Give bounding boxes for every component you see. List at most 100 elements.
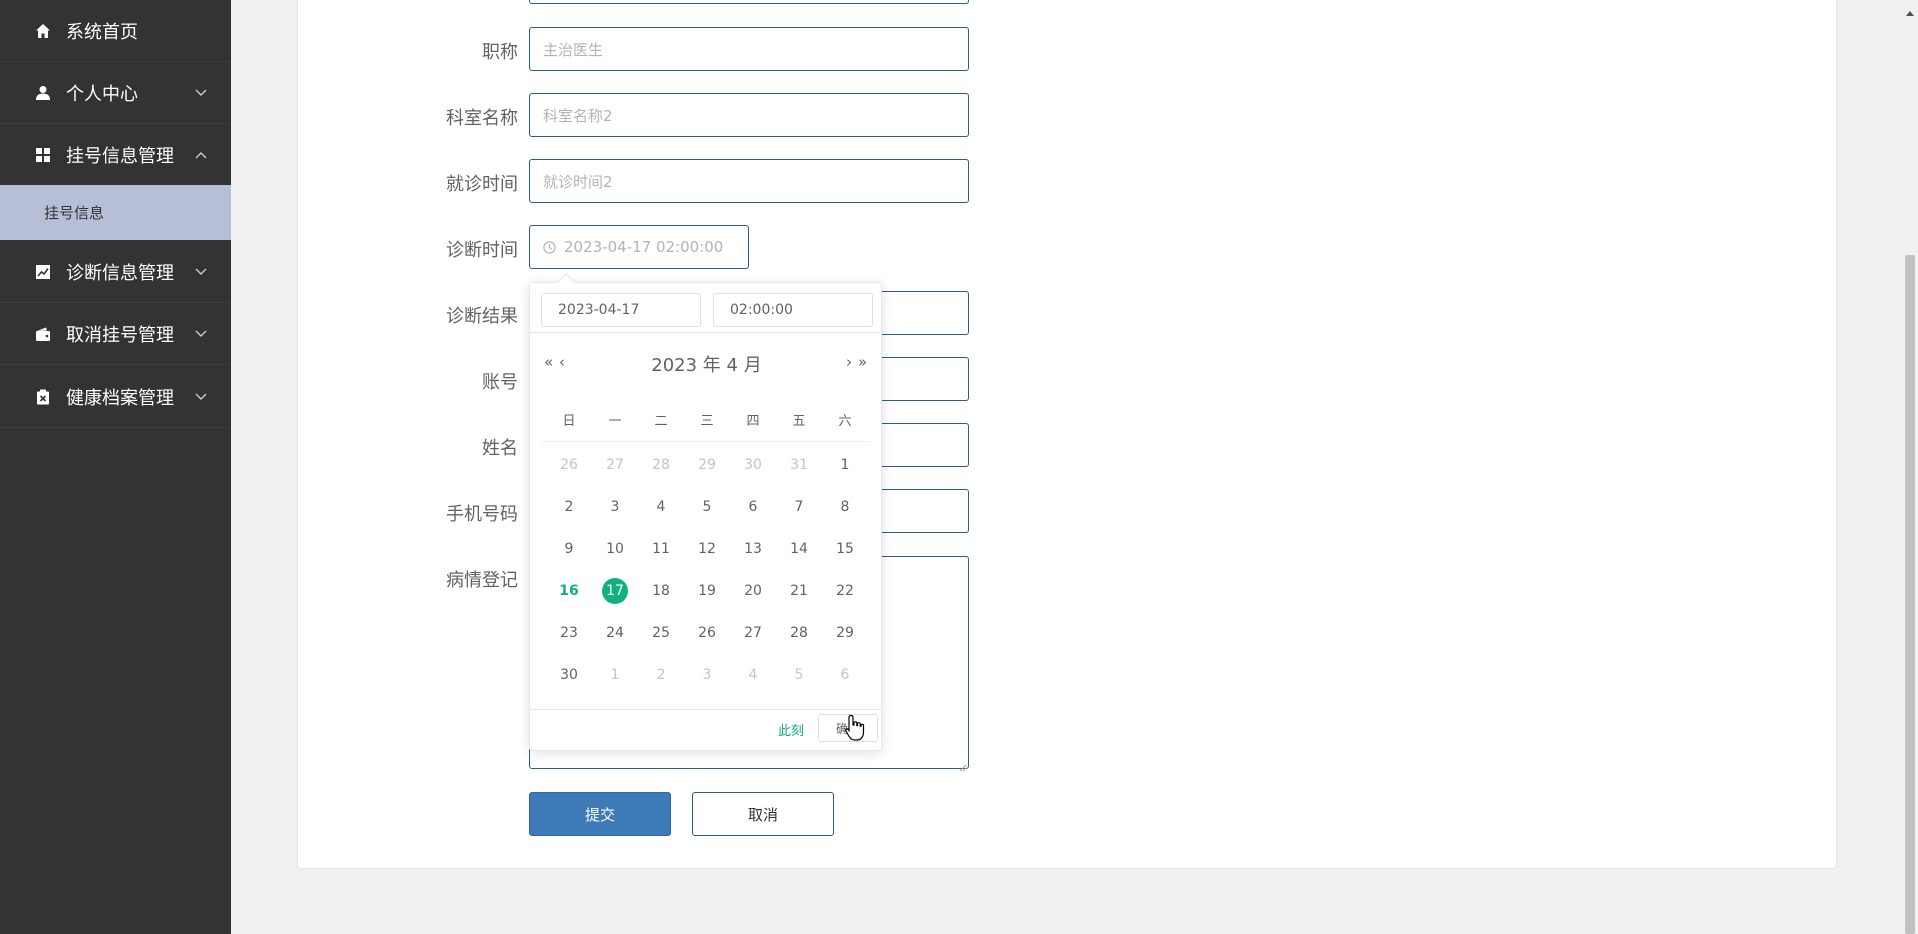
weekday-label: 日: [562, 414, 576, 429]
date-picker-popup: 2023-04-17 02:00:00 « ‹ 2023 年 4 月 › » 日…: [529, 273, 883, 751]
calendar-day[interactable]: 2: [638, 662, 684, 688]
dept-field[interactable]: 科室名称2: [529, 93, 969, 137]
calendar-day-number: 13: [744, 541, 762, 557]
calendar-day-number: 3: [610, 499, 620, 515]
scroll-up-arrow-icon[interactable]: [1905, 2, 1915, 16]
calendar-day[interactable]: 7: [776, 494, 822, 520]
submit-button[interactable]: 提交: [529, 792, 671, 836]
calendar-day[interactable]: 23: [546, 620, 592, 646]
visit-time-field[interactable]: 就诊时间2: [529, 159, 969, 203]
diag-time-value: 2023-04-17 02:00:00: [564, 238, 724, 256]
sidebar-item-health-records[interactable]: 健康档案管理: [0, 366, 231, 428]
calendar-day[interactable]: 24: [592, 620, 638, 646]
scrollbar-thumb[interactable]: [1905, 255, 1915, 934]
calendar-day[interactable]: 5: [776, 662, 822, 688]
picker-time-input[interactable]: 02:00:00: [713, 293, 873, 327]
calendar-day-number: 5: [702, 499, 712, 515]
picker-divider: [530, 332, 883, 333]
phone-label: 手机号码: [446, 504, 518, 525]
calendar-day[interactable]: 22: [822, 578, 868, 604]
resize-grip-icon[interactable]: [957, 757, 967, 772]
now-button[interactable]: 此刻: [778, 720, 804, 739]
calendar-day[interactable]: 5: [684, 494, 730, 520]
calendar-day[interactable]: 26: [546, 452, 592, 478]
picker-month-title: 2023 年 4 月: [651, 355, 762, 376]
weekday-label: 五: [792, 414, 806, 429]
calendar-day-number: 16: [559, 583, 579, 599]
calendar-day[interactable]: 3: [592, 494, 638, 520]
calendar-day[interactable]: 9: [546, 536, 592, 562]
hidden-top-field[interactable]: [529, 0, 969, 4]
sidebar-item-label: 个人中心: [66, 83, 138, 105]
calendar-day[interactable]: 14: [776, 536, 822, 562]
calendar-day[interactable]: 27: [730, 620, 776, 646]
page-scrollbar[interactable]: [1902, 0, 1918, 934]
calendar-day-number: 23: [560, 625, 578, 641]
weekday-label: 二: [654, 414, 668, 429]
title-placeholder: 主治医生: [543, 40, 604, 59]
calendar-day-number: 31: [790, 457, 808, 473]
calendar-day[interactable]: 3: [684, 662, 730, 688]
calendar-day[interactable]: 2: [546, 494, 592, 520]
calendar-day[interactable]: 31: [776, 452, 822, 478]
sidebar-subitem-registration-info[interactable]: 挂号信息: [0, 185, 231, 240]
calendar-day-number: 22: [836, 583, 854, 599]
calendar-day[interactable]: 26: [684, 620, 730, 646]
calendar-day-today[interactable]: 16: [546, 578, 592, 604]
cancel-button[interactable]: 取消: [692, 792, 834, 836]
sidebar-item-registration[interactable]: 挂号信息管理: [0, 124, 231, 186]
confirm-button[interactable]: 确定: [818, 714, 878, 742]
home-icon: [34, 22, 52, 40]
weekday-label: 一: [608, 414, 622, 429]
diag-time-label: 诊断时间: [446, 240, 518, 261]
visit-time-label: 就诊时间: [446, 174, 518, 195]
calendar-day[interactable]: 1: [822, 452, 868, 478]
calendar-day-number: 11: [652, 541, 670, 557]
calendar-day-number: 27: [744, 625, 762, 641]
calendar-day[interactable]: 11: [638, 536, 684, 562]
calendar-day-number: 28: [652, 457, 670, 473]
form-card: [297, 0, 1837, 869]
sidebar-item-personal[interactable]: 个人中心: [0, 62, 231, 124]
calendar-day[interactable]: 15: [822, 536, 868, 562]
title-field[interactable]: 主治医生: [529, 27, 969, 71]
calendar-day[interactable]: 4: [730, 662, 776, 688]
calendar-day[interactable]: 10: [592, 536, 638, 562]
calendar-day[interactable]: 1: [592, 662, 638, 688]
calendar-day[interactable]: 13: [730, 536, 776, 562]
calendar-day[interactable]: 30: [546, 662, 592, 688]
weekday-label: 六: [838, 414, 852, 429]
calendar-day-number: 6: [748, 499, 758, 515]
calendar-day[interactable]: 12: [684, 536, 730, 562]
picker-date-input[interactable]: 2023-04-17: [541, 293, 701, 327]
calendar-day[interactable]: 8: [822, 494, 868, 520]
calendar-day[interactable]: 29: [684, 452, 730, 478]
calendar-day[interactable]: 28: [638, 452, 684, 478]
sidebar-item-cancel-registration[interactable]: 取消挂号管理: [0, 303, 231, 365]
account-label: 账号: [482, 372, 518, 393]
calendar-day-number: 8: [840, 499, 850, 515]
calendar-day[interactable]: 20: [730, 578, 776, 604]
calendar-day-number: 25: [652, 625, 670, 641]
calendar-day[interactable]: 6: [730, 494, 776, 520]
calendar-day[interactable]: 28: [776, 620, 822, 646]
calendar-day[interactable]: 27: [592, 452, 638, 478]
next-year-button[interactable]: »: [858, 353, 867, 371]
sidebar-item-diagnosis[interactable]: 诊断信息管理: [0, 241, 231, 303]
calendar-day-number: 26: [698, 625, 716, 641]
calendar-day[interactable]: 29: [822, 620, 868, 646]
calendar-day[interactable]: 6: [822, 662, 868, 688]
calendar-day[interactable]: 21: [776, 578, 822, 604]
calendar-day-selected[interactable]: 17: [592, 578, 638, 604]
sidebar-item-home[interactable]: 系统首页: [0, 0, 231, 62]
calendar-day[interactable]: 18: [638, 578, 684, 604]
diag-time-field[interactable]: 2023-04-17 02:00:00: [529, 225, 749, 269]
calendar-day[interactable]: 19: [684, 578, 730, 604]
chevron-down-icon: [194, 327, 208, 341]
calendar-day[interactable]: 30: [730, 452, 776, 478]
next-month-button[interactable]: ›: [846, 353, 852, 371]
calendar-day[interactable]: 4: [638, 494, 684, 520]
calendar-day[interactable]: 25: [638, 620, 684, 646]
calendar-day-number: 4: [748, 667, 758, 683]
dept-label: 科室名称: [446, 108, 518, 129]
